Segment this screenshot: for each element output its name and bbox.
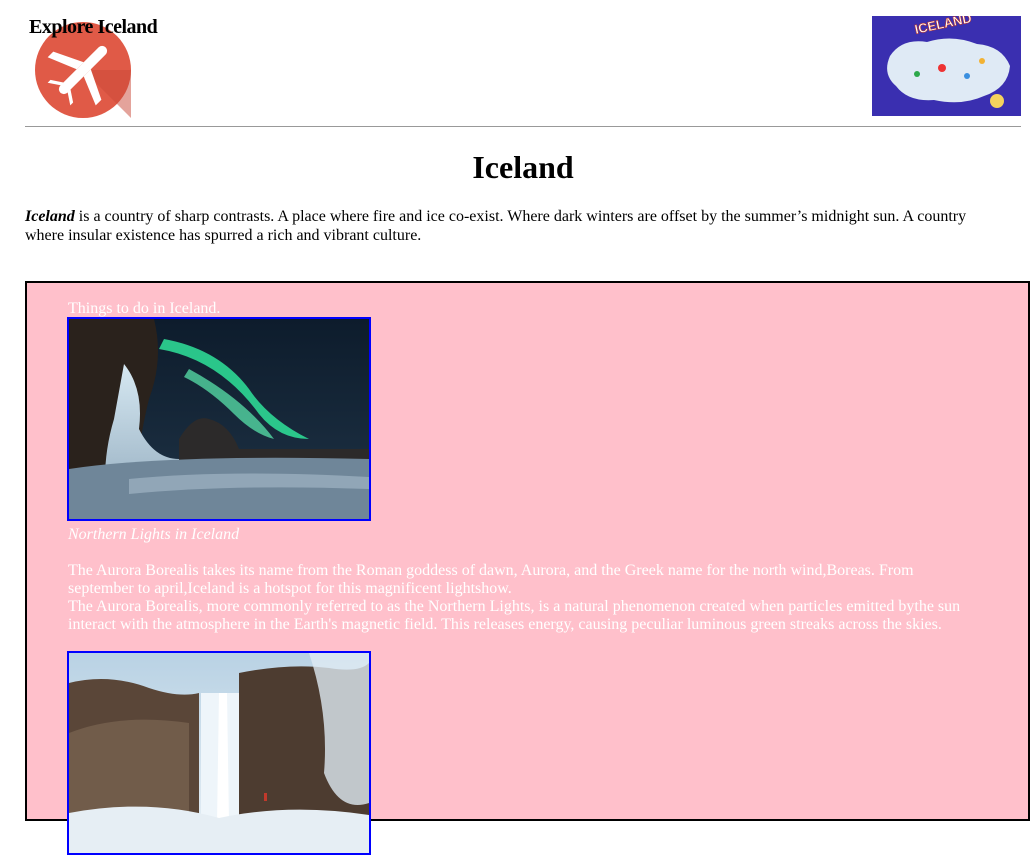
activities-heading: Things to do in Iceland.	[68, 300, 221, 317]
activities-section: Things to do in Iceland. Northern Lights…	[25, 281, 1030, 855]
iceland-map-image[interactable]: ICELAND	[872, 10, 1021, 116]
header-divider	[25, 126, 1021, 127]
intro-paragraph: Iceland is a country of sharp contrasts.…	[25, 207, 985, 245]
northern-lights-description: The Aurora Borealis takes its name from …	[68, 562, 968, 634]
northern-lights-image[interactable]	[67, 317, 371, 521]
waterfall-image[interactable]	[67, 651, 371, 855]
description-paragraph: The Aurora Borealis, more commonly refer…	[68, 598, 961, 633]
intro-country-name: Iceland	[25, 208, 75, 225]
site-header: Explore Iceland ICELAND	[25, 0, 1021, 127]
description-paragraph: The Aurora Borealis takes its name from …	[68, 562, 914, 597]
page-title: Iceland	[472, 149, 574, 185]
northern-lights-caption: Northern Lights in Iceland	[68, 526, 240, 543]
intro-text: is a country of sharp contrasts. A place…	[25, 208, 967, 244]
brand-title: Explore Iceland	[29, 16, 158, 38]
